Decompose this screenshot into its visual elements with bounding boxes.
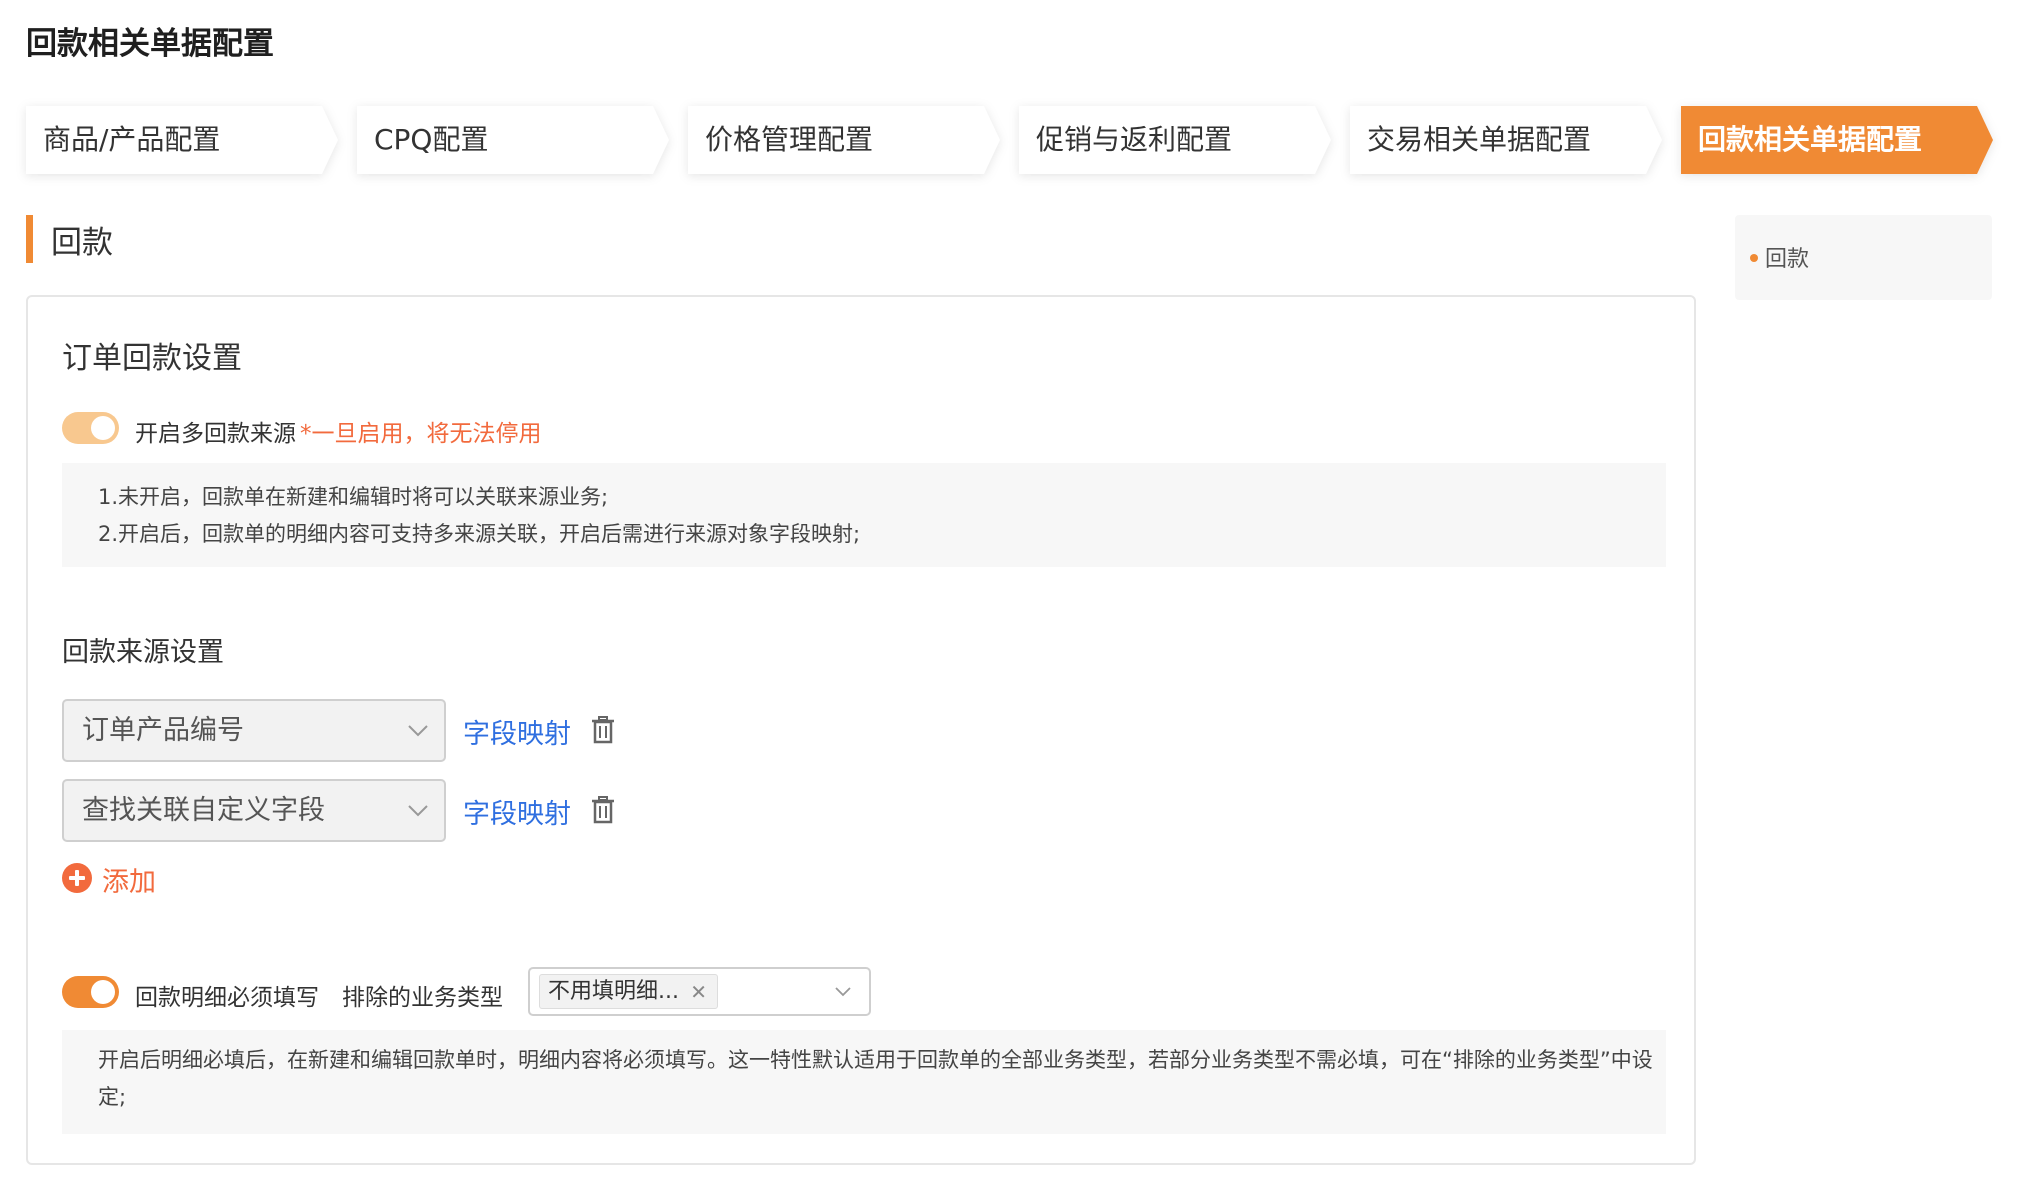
- multi-source-warning: *一旦启用，将无法停用: [300, 421, 542, 447]
- section-accent-bar: [26, 215, 33, 263]
- multi-source-label: 开启多回款来源: [135, 421, 296, 447]
- step-tab-4[interactable]: 促销与返利配置: [1019, 106, 1331, 174]
- tag-label: 不用填明细...: [548, 979, 679, 1004]
- config-step-nav: 商品/产品配置 CPQ配置 价格管理配置 促销与返利配置 交易相关单据配置 回款相关单据配…: [26, 106, 1996, 174]
- add-source-button[interactable]: 添加: [102, 860, 156, 899]
- chevron-down-icon: [408, 725, 428, 737]
- field-mapping-link-2[interactable]: 字段映射: [463, 792, 571, 831]
- detail-required-label: 回款明细必须填写: [135, 985, 319, 1011]
- step-label: CPQ配置: [374, 123, 489, 156]
- step-tab-3[interactable]: 价格管理配置: [688, 106, 1000, 174]
- note-line: 2.开启后，回款单的明细内容可支持多来源关联，开启后需进行来源对象字段映射;: [98, 522, 861, 546]
- source-select-1[interactable]: 订单产品编号: [62, 699, 446, 762]
- close-icon[interactable]: ✕: [690, 976, 707, 1009]
- detail-required-toggle[interactable]: [62, 976, 119, 1008]
- step-tab-6[interactable]: 回款相关单据配置: [1681, 106, 1993, 174]
- step-label: 回款相关单据配置: [1698, 123, 1923, 156]
- toc-bullet: [1750, 254, 1758, 262]
- section-toc: 回款: [1735, 215, 1992, 300]
- step-tab-5[interactable]: 交易相关单据配置: [1350, 106, 1662, 174]
- chevron-down-icon: [835, 987, 851, 997]
- exclude-types-select[interactable]: 不用填明细... ✕: [528, 967, 871, 1016]
- exclude-types-label: 排除的业务类型: [342, 985, 503, 1011]
- step-label: 价格管理配置: [705, 123, 874, 156]
- chevron-down-icon: [408, 805, 428, 817]
- step-tab-1[interactable]: 商品/产品配置: [26, 106, 338, 174]
- step-label: 促销与返利配置: [1036, 123, 1233, 156]
- field-mapping-link-1[interactable]: 字段映射: [463, 712, 571, 751]
- selected-tag: 不用填明细... ✕: [539, 974, 718, 1009]
- multi-source-note: 1.未开启，回款单在新建和编辑时将可以关联来源业务; 2.开启后，回款单的明细内…: [62, 463, 1666, 567]
- select-value: 查找关联自定义字段: [82, 795, 325, 826]
- add-circle-icon[interactable]: [62, 863, 92, 893]
- section-title: 回款: [51, 225, 113, 261]
- step-label: 交易相关单据配置: [1367, 123, 1592, 156]
- select-value: 订单产品编号: [82, 715, 244, 746]
- card-title: 订单回款设置: [62, 341, 242, 376]
- multi-source-toggle[interactable]: [62, 412, 119, 444]
- order-payment-settings-card: 订单回款设置 开启多回款来源 *一旦启用，将无法停用 1.未开启，回款单在新建和…: [26, 295, 1696, 1165]
- step-tab-2[interactable]: CPQ配置: [357, 106, 669, 174]
- page-title: 回款相关单据配置: [26, 26, 274, 62]
- step-label: 商品/产品配置: [43, 123, 221, 156]
- toggle-knob: [91, 416, 115, 440]
- note-line: 1.未开启，回款单在新建和编辑时将可以关联来源业务;: [98, 485, 609, 509]
- source-select-2[interactable]: 查找关联自定义字段: [62, 779, 446, 842]
- trash-icon[interactable]: [591, 716, 615, 744]
- toc-item-payment[interactable]: 回款: [1765, 241, 1809, 273]
- trash-icon[interactable]: [591, 796, 615, 824]
- source-settings-title: 回款来源设置: [62, 637, 224, 668]
- toggle-knob: [91, 980, 115, 1004]
- detail-required-note: 开启后明细必填后，在新建和编辑回款单时，明细内容将必须填写。这一特性默认适用于回…: [62, 1030, 1666, 1134]
